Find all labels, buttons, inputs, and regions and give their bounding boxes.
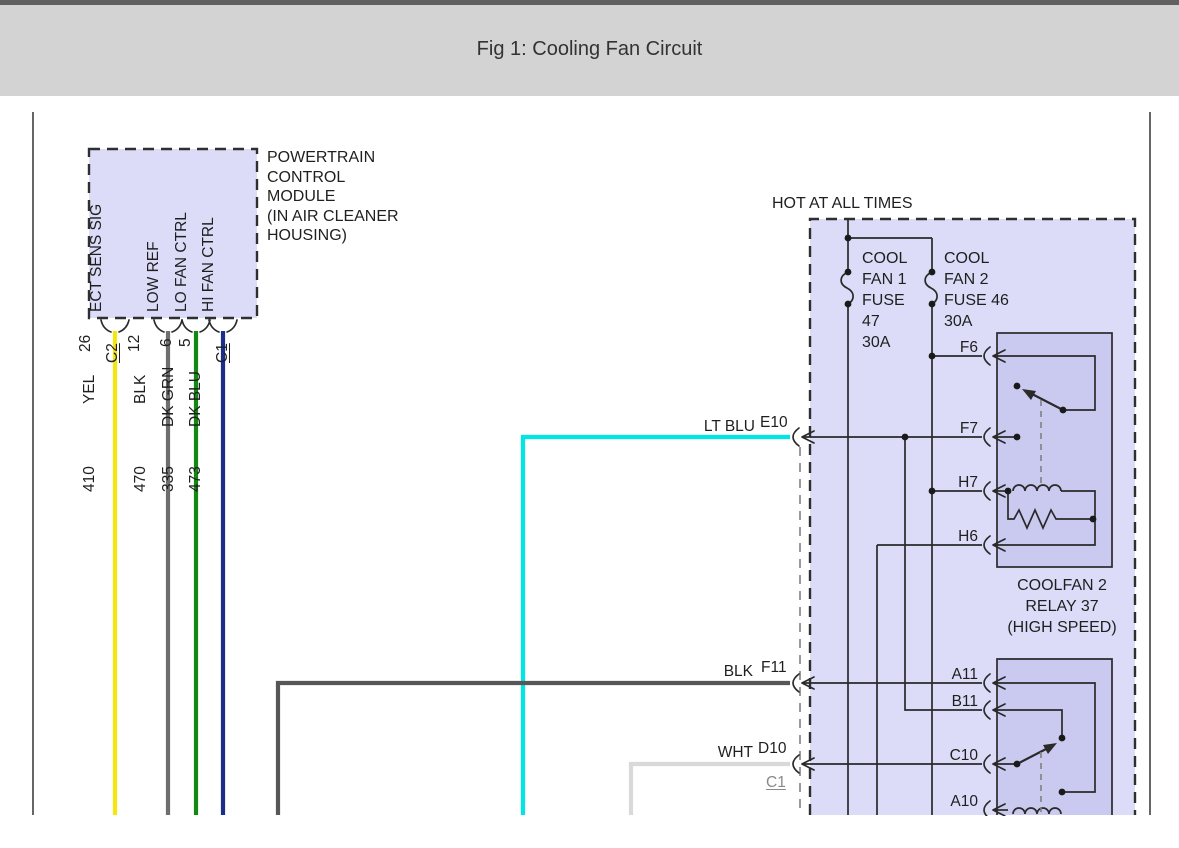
bottom-clip-mask: [0, 816, 1179, 848]
wiring-diagram-page: Fig 1: Cooling Fan Circuit: [0, 0, 1179, 848]
pcm-pin-label-low-ref: LOW REF: [145, 241, 163, 312]
fuse1-label-line: FAN 1: [862, 269, 907, 290]
pcm-pin-label-ect-sens-sig: ECT SENS SIG: [88, 204, 106, 312]
fuse1-label-line: FUSE: [862, 290, 907, 311]
circuit-number-410: 410: [81, 466, 99, 492]
relay37-pin-f6: F6: [960, 340, 978, 356]
pcm-pin-number-12: 12: [126, 335, 144, 352]
pcm-caption-line: (IN AIR CLEANER: [267, 207, 399, 227]
wire-label-blk: BLK: [724, 664, 753, 680]
relay-lower-pin-b11: B11: [952, 694, 978, 710]
relay37-caption-line: COOLFAN 2: [987, 575, 1137, 596]
wire-label-wht: WHT: [718, 745, 753, 761]
fuse2-label-line: COOL: [944, 248, 1009, 269]
pcm-connector-c2-label: C2: [104, 343, 122, 363]
pcm-pin-number-6: 6: [158, 338, 176, 347]
pcm-caption-line: HOUSING): [267, 226, 399, 246]
fuse2-label-line: FUSE 46: [944, 290, 1009, 311]
relay-lower-pin-a11: A11: [952, 667, 978, 683]
relay37-caption-line: RELAY 37: [987, 596, 1137, 617]
circuit-number-473: 473: [187, 466, 205, 492]
wire-color-label-blk: BLK: [132, 375, 150, 404]
circuit-number-470: 470: [132, 466, 150, 492]
fuse1-label-line: 47: [862, 311, 907, 332]
fuse2-label-block: COOL FAN 2 FUSE 46 30A: [944, 248, 1009, 332]
pcm-connector-c1-label: C1: [214, 343, 232, 363]
wire-color-label-yel: YEL: [81, 375, 99, 404]
relay37-pin-h6: H6: [958, 529, 978, 545]
pcm-caption-line: POWERTRAIN: [267, 148, 399, 168]
wire-blk: [278, 683, 790, 815]
wire-color-label-dkgrn: DK GRN: [160, 367, 178, 427]
fuse2-label-line: FAN 2: [944, 269, 1009, 290]
fuse1-label-block: COOL FAN 1 FUSE 47 30A: [862, 248, 907, 353]
pcm-pin-label-lo-fan-ctrl: LO FAN CTRL: [173, 212, 191, 312]
pcm-pin-label-hi-fan-ctrl: HI FAN CTRL: [200, 217, 218, 312]
wires: [115, 331, 790, 815]
pin-label-d10: D10: [758, 741, 786, 757]
hot-at-all-times-label: HOT AT ALL TIMES: [772, 196, 913, 212]
pcm-pin-number-26: 26: [77, 335, 95, 352]
pcm-caption-line: CONTROL: [267, 168, 399, 188]
pcm-pin-number-5: 5: [177, 338, 195, 347]
relay37-caption-line: (HIGH SPEED): [987, 617, 1137, 638]
pcm-caption-line: MODULE: [267, 187, 399, 207]
relay37-pin-f7: F7: [960, 421, 978, 437]
circuit-number-335: 335: [160, 466, 178, 492]
fuse1-label-line: COOL: [862, 248, 907, 269]
wire-color-label-dkblu: DK BLU: [187, 371, 205, 427]
relay-lower-pin-a10: A10: [950, 794, 978, 810]
pcm-pin-connector-arcs: [101, 320, 237, 332]
fuse1-label-line: 30A: [862, 332, 907, 353]
connector-c1-edge-label: C1: [766, 775, 786, 791]
relay37-caption: COOLFAN 2 RELAY 37 (HIGH SPEED): [987, 575, 1137, 638]
pin-label-f11: F11: [761, 660, 787, 676]
wire-label-ltblu: LT BLU: [704, 419, 755, 435]
pin-label-e10: E10: [760, 415, 788, 431]
relay37-pin-h7: H7: [958, 475, 978, 491]
fuse2-label-line: 30A: [944, 311, 1009, 332]
pcm-caption: POWERTRAIN CONTROL MODULE (IN AIR CLEANE…: [267, 148, 399, 246]
relay-lower-pin-c10: C10: [950, 748, 978, 764]
